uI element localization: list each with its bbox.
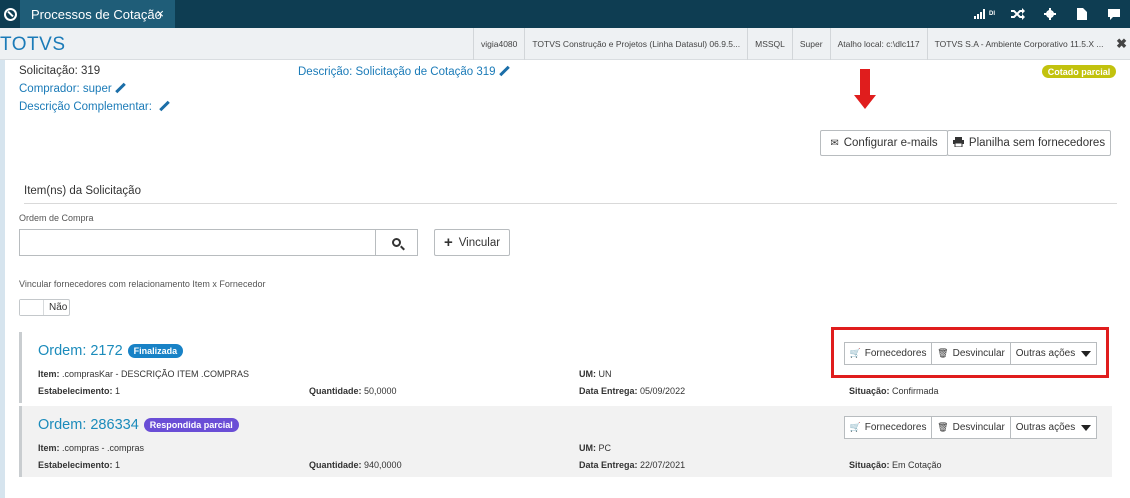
close-icon[interactable]: ✖ [1116,36,1127,52]
ordem-compra-label: Ordem de Compra [19,213,94,223]
vincular-label: Vincular [458,236,501,249]
document-icon[interactable] [1066,0,1098,28]
order-title: Ordem: 286334 Respondida parcial [38,417,239,433]
signal-label: DI [989,11,995,17]
tab-title: Processos de Cotação [31,6,162,22]
item-value: .comprasKar - DESCRIÇÃO ITEM .COMPRAS [62,369,250,379]
desvincular-button[interactable]: 🗑 Desvincular [931,416,1011,439]
comprador-text: Comprador: super [19,83,112,95]
annotation-arrow-shaft [860,69,870,96]
pencil-icon[interactable] [160,101,170,111]
order-card: Ordem: 286334 Respondida parcial Item: .… [19,406,1112,477]
tab-close-icon[interactable]: × [156,6,164,21]
descricao-complementar-text: Descrição Complementar: [19,101,152,113]
pencil-icon[interactable] [500,66,510,76]
item-value: .compras - .compras [62,443,145,453]
comprador-link[interactable]: Comprador: super [19,83,126,95]
data-entrega-value: 22/07/2021 [640,460,686,470]
search-button[interactable] [375,229,418,256]
app-logo-icon[interactable] [0,0,20,28]
estabelecimento-value: 1 [115,460,121,470]
descricao-link[interactable]: Descrição: Solicitação de Cotação 319 [298,66,510,78]
top-navigation-bar: Processos de Cotação × DI [0,0,1130,28]
situacao-field: Situação: Confirmada [849,386,939,396]
item-field: Item: .compras - .compras [38,443,145,453]
estabelecimento-value: 1 [115,386,121,396]
configurar-emails-label: Configurar e-mails [843,137,938,149]
order-status-badge: Respondida parcial [143,418,239,432]
situacao-field: Situação: Em Cotação [849,460,942,470]
context-info-bar: TOTVS vigia4080 TOTVS Construção e Proje… [0,28,1130,60]
situacao-value: Confirmada [892,386,939,396]
ordem-compra-input[interactable] [19,229,376,256]
search-icon [392,238,401,247]
item-field: Item: .comprasKar - DESCRIÇÃO ITEM .COMP… [38,369,250,379]
planilha-label: Planilha sem fornecedores [968,137,1106,149]
configurar-emails-button[interactable]: ✉ Configurar e-mails [820,130,948,156]
info-profile: Super [791,28,830,60]
outras-acoes-dropdown[interactable]: Outras ações [1010,416,1097,439]
quantidade-field: Quantidade: 940,0000 [309,460,402,470]
order-action-group: 🛒 Fornecedores 🗑 Desvincular Outras ações [844,416,1097,439]
trash-icon: 🗑 [937,422,949,432]
chat-icon[interactable] [1098,0,1130,28]
planilha-sem-fornecedores-button[interactable]: Planilha sem fornecedores [947,130,1111,156]
shuffle-icon[interactable] [1002,0,1034,28]
annotation-highlight-box [831,327,1109,378]
vincular-fornecedores-label: Vincular fornecedores com relacionamento… [19,279,266,289]
um-field: UM: UN [579,369,612,379]
caret-down-icon [1081,424,1092,431]
pencil-icon[interactable] [116,83,126,93]
vincular-fornecedores-toggle[interactable]: Não [19,299,70,316]
toggle-value: Não [49,302,68,313]
printer-icon [952,136,964,150]
gear-icon[interactable] [1034,0,1066,28]
solicitacao-label: Solicitação: 319 [19,65,101,77]
data-entrega-field: Data Entrega: 05/09/2022 [579,386,686,396]
quantidade-value: 50,0000 [364,386,397,396]
quantidade-field: Quantidade: 50,0000 [309,386,397,396]
section-title-itens: Item(ns) da Solicitação [24,185,141,197]
order-status-badge: Finalizada [127,344,184,358]
envelope-icon: ✉ [830,137,839,149]
info-shortcut: Atalho local: c:\dlc117 [829,28,927,60]
status-badge: Cotado parcial [1042,65,1116,78]
data-entrega-field: Data Entrega: 22/07/2021 [579,460,686,470]
order-number-link[interactable]: Ordem: 2172 [38,343,123,359]
estabelecimento-field: Estabelecimento: 1 [38,460,121,470]
quantidade-value: 940,0000 [364,460,402,470]
estabelecimento-field: Estabelecimento: 1 [38,386,121,396]
order-title: Ordem: 2172 Finalizada [38,343,184,359]
descricao-complementar-link[interactable]: Descrição Complementar: [19,101,170,113]
order-number-link[interactable]: Ordem: 286334 [38,417,139,433]
environment-info-list: vigia4080 TOTVS Construção e Projetos (L… [473,28,1110,60]
um-value: UN [598,369,612,379]
brand-logo: TOTVS [0,34,66,55]
top-toolbar-icons: DI [967,0,1130,28]
info-product: TOTVS Construção e Projetos (Linha Datas… [524,28,747,60]
situacao-value: Em Cotação [892,460,942,470]
tab-processos-de-cotacao[interactable]: Processos de Cotação × [20,0,175,28]
descricao-text: Descrição: Solicitação de Cotação 319 [298,66,496,78]
info-database: MSSQL [747,28,792,60]
info-user: vigia4080 [473,28,524,60]
info-environment: TOTVS S.A - Ambiente Corporativo 11.5.X … [926,28,1111,60]
um-value: PC [598,443,612,453]
annotation-arrow-head [854,95,876,109]
vincular-button[interactable]: + Vincular [434,229,510,256]
section-divider [24,203,1117,204]
data-entrega-value: 05/09/2022 [640,386,686,396]
signal-bars-icon[interactable]: DI [967,0,1002,28]
toggle-knob [20,300,44,315]
plus-icon: + [443,234,453,251]
main-content: Solicitação: 319 Descrição: Solicitação … [0,60,1130,498]
um-field: UM: PC [579,443,612,453]
cart-icon: 🛒 [849,422,861,432]
fornecedores-button[interactable]: 🛒 Fornecedores [844,416,932,439]
